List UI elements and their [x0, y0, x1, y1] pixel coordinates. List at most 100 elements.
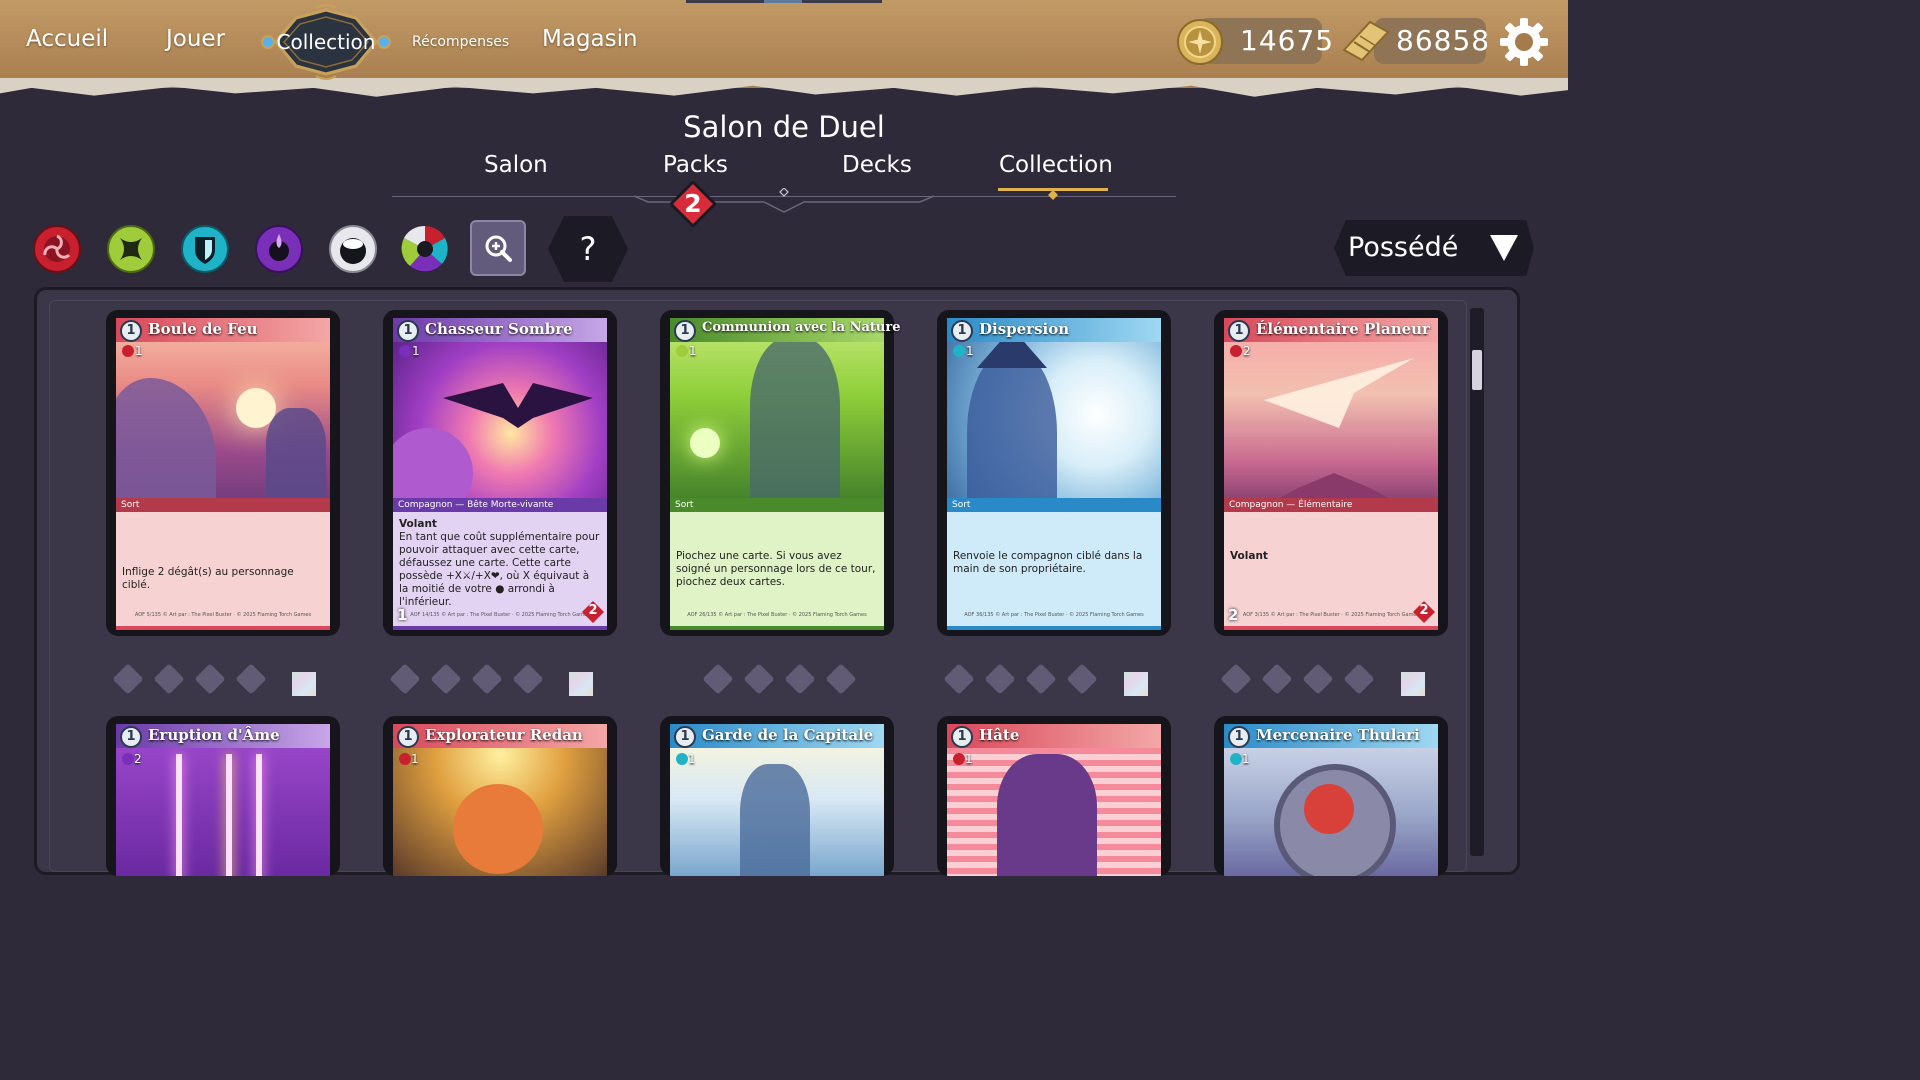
- card-title-bar: Dispersion: [947, 318, 1161, 342]
- owned-filter-select[interactable]: Possédé: [1334, 220, 1534, 276]
- nav-accueil[interactable]: Accueil: [26, 26, 108, 52]
- filter-multicolor-icon[interactable]: [400, 224, 450, 274]
- card-type: Sort: [116, 498, 330, 512]
- tab-packs[interactable]: Packs: [663, 152, 728, 178]
- card-cost: 1: [1228, 320, 1250, 342]
- card-text-area: Volant En tant que coût supplémentaire p…: [393, 512, 607, 624]
- card-title-bar: Explorateur Redan: [393, 724, 607, 748]
- card-title-bar: Élémentaire Planeur: [1224, 318, 1438, 342]
- card-elementaire-planeur[interactable]: Élémentaire Planeur 1 2 Compagnon — Élém…: [1214, 310, 1448, 636]
- card-cost: 1: [397, 320, 419, 342]
- card-text: Renvoie le compagnon ciblé dans la main …: [947, 512, 1161, 624]
- card-chasseur-sombre[interactable]: Chasseur Sombre 1 1 Compagnon — Bête Mor…: [383, 310, 617, 636]
- card-cost: 1: [674, 726, 696, 748]
- magnifier-plus-icon: [485, 235, 512, 262]
- card-text: Piochez une carte. Si vous avez soigné u…: [670, 512, 884, 624]
- card-communion-avec-la-nature[interactable]: Communion avec la Nature 1 1 Sort Pioche…: [660, 310, 900, 636]
- nav-collection[interactable]: Collection: [256, 4, 396, 80]
- filter-white-icon[interactable]: [328, 224, 378, 274]
- card-text: Inflige 2 dégât(s) au personnage ciblé.: [116, 512, 330, 624]
- card-type: Compagnon — Élémentaire: [1224, 498, 1438, 512]
- foil-indicator-icon: [569, 672, 593, 696]
- card-art: [1224, 318, 1438, 510]
- card-text: En tant que coût supplémentaire pour pou…: [399, 531, 600, 608]
- zoom-button[interactable]: [470, 220, 526, 276]
- card-title-bar: Hâte: [947, 724, 1161, 748]
- owned-filter-value: Possédé: [1348, 232, 1459, 263]
- tab-decks[interactable]: Decks: [842, 152, 912, 178]
- active-tab-marker-icon: [1048, 190, 1058, 200]
- tab-collection[interactable]: Collection: [999, 152, 1113, 178]
- coin-icon: [1177, 19, 1223, 65]
- card-stat: 1: [676, 752, 696, 766]
- card-art: [947, 318, 1161, 510]
- card-name: Eruption d'Âme: [148, 726, 280, 744]
- card-keyword: Volant: [399, 518, 437, 530]
- card-cost: 1: [1228, 726, 1250, 748]
- chevron-down-icon: [1490, 235, 1518, 261]
- card-name: Élémentaire Planeur: [1256, 320, 1430, 338]
- card-art: [393, 318, 607, 510]
- foil-indicator-icon: [292, 672, 316, 696]
- card-boule-de-feu[interactable]: Boule de Feu 1 1 Sort Inflige 2 dégât(s)…: [106, 310, 340, 636]
- ticket-icon: [1342, 20, 1390, 62]
- top-indicator: [686, 0, 882, 3]
- foil-indicator-icon: [1124, 672, 1148, 696]
- card-type: Compagnon — Bête Morte-vivante: [393, 498, 607, 512]
- card-dispersion[interactable]: Dispersion 1 1 Sort Renvoie le compagnon…: [937, 310, 1171, 636]
- card-cost: 1: [120, 320, 142, 342]
- card-footer: AOF 36/135 © Art par : The Pixel Buster …: [947, 612, 1161, 630]
- card-garde-de-la-capitale[interactable]: Garde de la Capitale 1 1: [660, 716, 894, 876]
- filter-purple-icon[interactable]: [254, 224, 304, 274]
- card-health: 2: [581, 600, 605, 624]
- card-name: Chasseur Sombre: [425, 320, 573, 338]
- card-title-bar: Boule de Feu: [116, 318, 330, 342]
- nav-collection-label: Collection: [276, 30, 376, 54]
- help-button[interactable]: ?: [548, 216, 628, 282]
- filter-cyan-icon[interactable]: [180, 224, 230, 274]
- card-footer: AOF 5/135 © Art par : The Pixel Buster ·…: [116, 612, 330, 630]
- card-cost: 1: [674, 320, 696, 342]
- card-name: Dispersion: [979, 320, 1070, 338]
- ticket-value: 86858: [1396, 24, 1491, 57]
- card-name: Hâte: [979, 726, 1020, 744]
- foil-indicator-icon: [1401, 672, 1425, 696]
- gear-icon[interactable]: [1498, 16, 1550, 68]
- scrollbar[interactable]: [1470, 308, 1484, 856]
- card-cost: 1: [951, 726, 973, 748]
- card-footer: AOF 26/135 © Art par : The Pixel Buster …: [670, 612, 884, 630]
- card-type: Sort: [670, 498, 884, 512]
- card-name: Boule de Feu: [148, 320, 258, 338]
- card-eruption-dame[interactable]: Eruption d'Âme 1 2: [106, 716, 340, 876]
- filter-green-icon[interactable]: [106, 224, 156, 274]
- scrollbar-thumb[interactable]: [1472, 350, 1482, 390]
- filter-red-icon[interactable]: [32, 224, 82, 274]
- card-attack: 2: [1228, 606, 1239, 624]
- card-title-bar: Chasseur Sombre: [393, 318, 607, 342]
- nav-magasin[interactable]: Magasin: [542, 26, 638, 52]
- card-type: Sort: [947, 498, 1161, 512]
- card-footer: AOF 3/135 © Art par : The Pixel Buster ·…: [1224, 612, 1438, 630]
- tab-salon[interactable]: Salon: [484, 152, 548, 178]
- card-footer: AOF 14/135 © Art par : The Pixel Buster …: [393, 612, 607, 630]
- card-explorateur-redan[interactable]: Explorateur Redan 1 1: [383, 716, 617, 876]
- card-stat: 1: [1230, 752, 1250, 766]
- card-hate[interactable]: Hâte 1 1: [937, 716, 1171, 876]
- card-keyword: Volant: [1230, 550, 1268, 562]
- card-cost: 1: [120, 726, 142, 748]
- card-stat: 1: [676, 344, 697, 358]
- card-cost: 1: [951, 320, 973, 342]
- gold-value: 14675: [1240, 24, 1335, 57]
- card-stat: 1: [953, 344, 974, 358]
- card-stat: 1: [953, 752, 973, 766]
- nav-jouer[interactable]: Jouer: [166, 26, 225, 52]
- nav-recompenses[interactable]: Récompenses: [412, 34, 509, 50]
- card-mercenaire-thulari[interactable]: Mercenaire Thulari 1 1: [1214, 716, 1448, 876]
- card-cost: 1: [397, 726, 419, 748]
- card-stat: 1: [399, 344, 420, 358]
- card-name: Garde de la Capitale: [702, 726, 874, 744]
- card-health: 2: [1412, 600, 1436, 624]
- card-title-bar: Garde de la Capitale: [670, 724, 884, 748]
- card-name: Mercenaire Thulari: [1256, 726, 1420, 744]
- page-title: Salon de Duel: [683, 110, 885, 144]
